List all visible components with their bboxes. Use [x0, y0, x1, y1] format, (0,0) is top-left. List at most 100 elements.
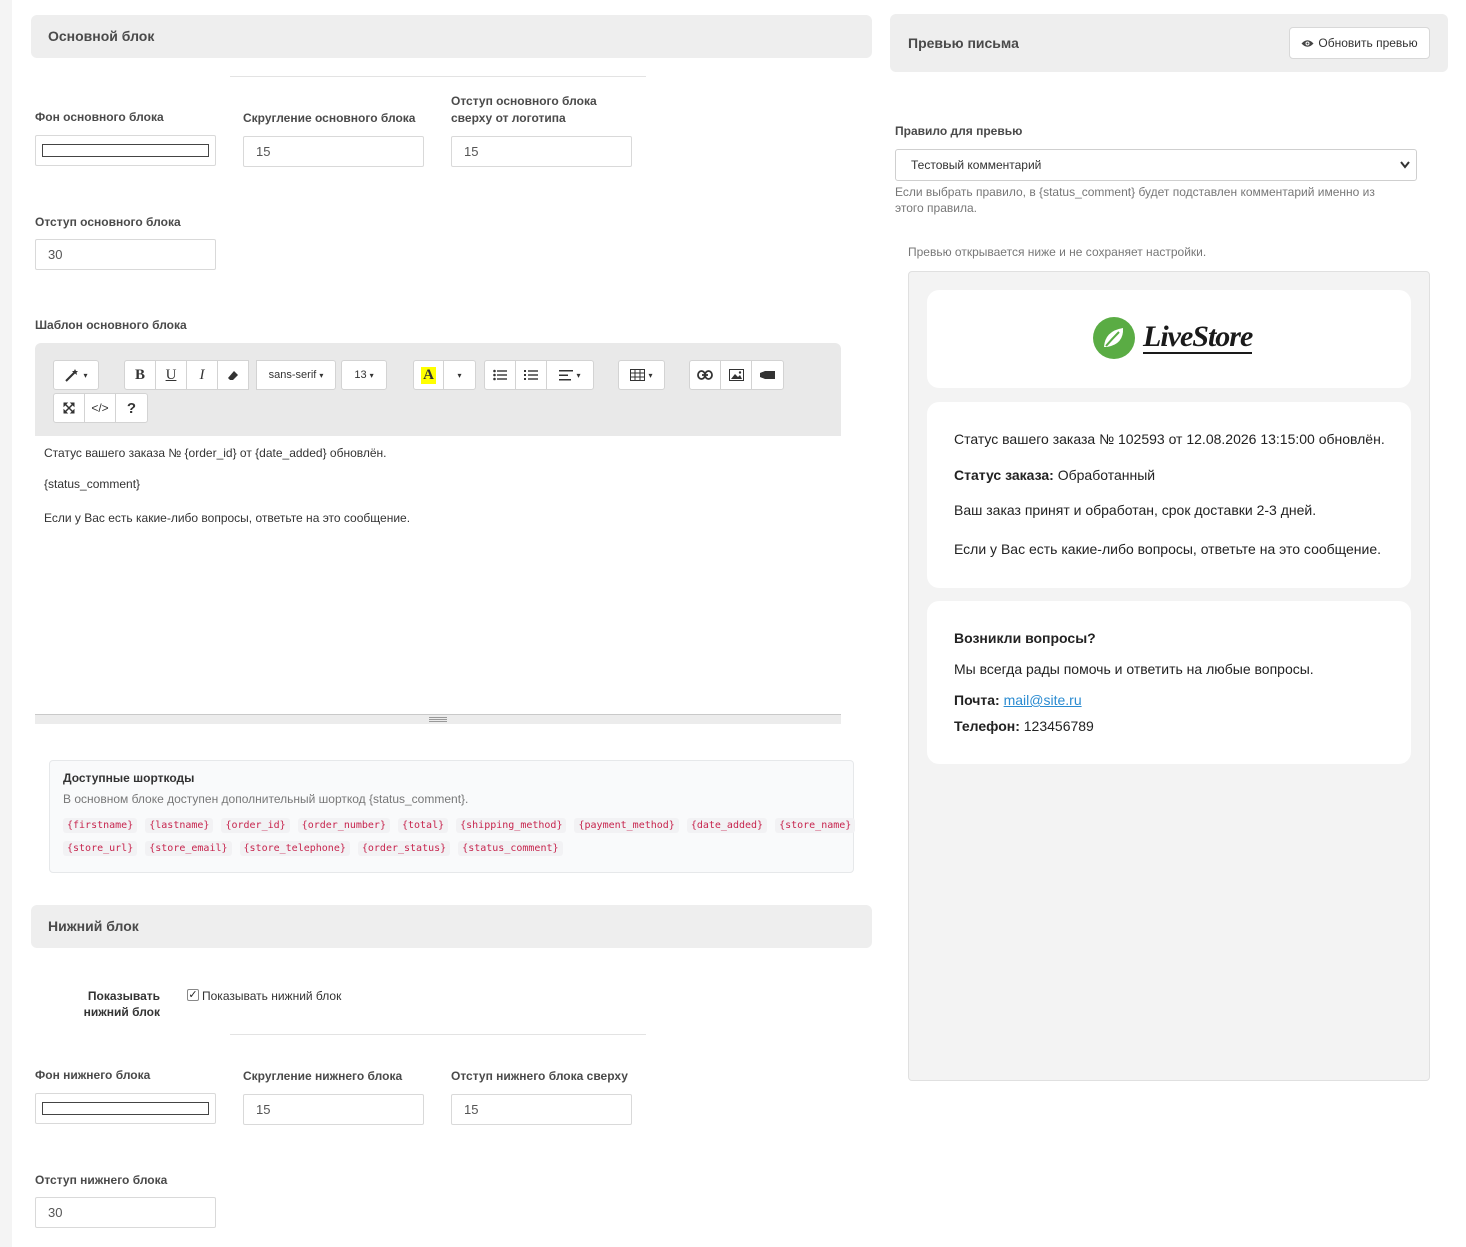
divider [230, 76, 646, 77]
main-bg-label: Фон основного блока [35, 110, 164, 124]
preview-main-card: Статус вашего заказа № 102593 от 12.08.2… [927, 402, 1411, 588]
image-button[interactable] [720, 360, 752, 390]
editor-toolbar: ▾ B U I sans-serif ▾ 13 ▾ A ▾ ▾ ▾ </> ? [35, 343, 841, 436]
link-icon [697, 370, 713, 380]
video-button[interactable] [751, 360, 784, 390]
shortcode-chip: {store_name} [775, 818, 856, 833]
align-left-icon [559, 369, 574, 380]
clear-format-button[interactable] [217, 360, 249, 390]
align-dropdown-button[interactable]: ▾ [546, 360, 594, 390]
underline-button[interactable]: U [155, 360, 187, 390]
eraser-icon [228, 371, 238, 380]
template-editor[interactable]: Статус вашего заказа № {order_id} от {da… [35, 436, 841, 714]
refresh-preview-label: Обновить превью [1318, 36, 1418, 50]
shortcode-chip: {store_url} [63, 841, 138, 856]
shortcode-chip: {firstname} [63, 818, 138, 833]
editor-line: Статус вашего заказа № {order_id} от {da… [44, 446, 387, 460]
shortcode-chip: {order_status} [357, 841, 451, 856]
main-offset-top-input[interactable]: 15 [451, 136, 632, 167]
italic-label: I [199, 366, 205, 383]
left-edge-strip [0, 0, 12, 1247]
main-padding-input[interactable]: 30 [35, 239, 216, 270]
label-line: Показывать [87, 989, 160, 1003]
divider [230, 1034, 646, 1035]
bottom-offset-top-label: Отступ нижнего блока сверху [451, 1069, 628, 1083]
code-view-icon: </> [91, 401, 109, 415]
bottom-bg-label: Фон нижнего блока [35, 1068, 151, 1082]
shortcode-chip: {store_telephone} [239, 841, 350, 856]
style-dropdown-button[interactable]: ▾ [53, 360, 99, 390]
bottom-block-header: Нижний блок [31, 905, 872, 948]
shortcodes-row: {firstname} {lastname} {order_id} {order… [63, 818, 856, 833]
shortcode-chip: {shipping_method} [456, 818, 567, 833]
show-bottom-checkbox-label[interactable]: Показывать нижний блок [202, 989, 341, 1003]
preview-footer-card: Возникли вопросы? Мы всегда рады помочь … [927, 601, 1411, 764]
help-button[interactable]: ? [115, 393, 148, 423]
refresh-preview-button[interactable]: Обновить превью [1289, 27, 1430, 59]
bottom-bg-color-input[interactable] [35, 1093, 216, 1124]
table-dropdown-button[interactable]: ▾ [618, 360, 665, 390]
preview-status-line: Статус вашего заказа № 102593 от 12.08.2… [954, 431, 1385, 447]
chevron-down-icon: ▾ [576, 370, 581, 380]
bottom-radius-input[interactable]: 15 [243, 1094, 424, 1125]
main-bg-color-input[interactable] [35, 135, 216, 166]
preview-phone-row: Телефон: 123456789 [954, 718, 1094, 734]
preview-status-value: Обработанный [1057, 467, 1156, 483]
bullet-list-icon [493, 369, 507, 381]
preview-mail-link[interactable]: mail@site.ru [1004, 692, 1082, 708]
fullscreen-button[interactable] [53, 393, 85, 423]
shortcodes-panel: Доступные шорткоды В основном блоке дост… [49, 760, 856, 873]
link-button[interactable] [689, 360, 721, 390]
show-bottom-checkbox[interactable]: ✓ [187, 989, 199, 1001]
bottom-offset-top-input[interactable]: 15 [451, 1094, 632, 1125]
color-dropdown-button[interactable]: ▾ [443, 360, 476, 390]
font-family-value: sans-serif [268, 369, 317, 381]
help-icon: ? [126, 399, 137, 417]
bullet-list-button[interactable] [484, 360, 516, 390]
shortcode-chip: {order_id} [221, 818, 290, 833]
preview-mail-row: Почта: mail@site.ru [954, 692, 1082, 708]
font-family-dropdown[interactable]: sans-serif ▾ [256, 360, 336, 390]
editor-resize-handle[interactable] [35, 714, 841, 724]
label-line: сверху от логотипа [451, 111, 566, 125]
shortcode-chip: {payment_method} [574, 818, 679, 833]
eye-icon [1301, 39, 1314, 47]
preview-questions: Если у Вас есть какие-либо вопросы, отве… [954, 541, 1382, 557]
highlight-icon: A [421, 366, 436, 384]
main-padding-label: Отступ основного блока [35, 215, 181, 229]
leaf-logo-icon [1093, 317, 1135, 359]
chevron-down-icon: ▾ [83, 370, 88, 380]
bottom-padding-input[interactable]: 30 [35, 1197, 216, 1228]
chevron-down-icon: ▾ [319, 370, 324, 380]
shortcode-chip: {store_email} [145, 841, 232, 856]
preview-comment: Ваш заказ принят и обработан, срок доста… [954, 502, 1317, 518]
chevron-down-icon: ▾ [457, 370, 462, 380]
editor-line: {status_comment} [44, 477, 141, 491]
rule-select[interactable]: Тестовый комментарий [895, 149, 1417, 181]
chevron-down-icon: ▾ [648, 370, 653, 380]
italic-button[interactable]: I [186, 360, 218, 390]
shortcode-chip: {total} [397, 818, 449, 833]
bold-label: B [134, 366, 145, 383]
main-radius-input[interactable]: 15 [243, 136, 424, 167]
highlight-color-button[interactable]: A [413, 360, 444, 390]
rule-label: Правило для превью [895, 124, 1023, 138]
label-line: Отступ основного блока [451, 94, 597, 108]
preview-footer-title: Возникли вопросы? [954, 630, 1096, 646]
chevron-down-icon: ▾ [369, 370, 374, 380]
video-icon [760, 371, 775, 379]
store-logo-text: LiveStore [1143, 320, 1253, 354]
editor-line: Если у Вас есть какие-либо вопросы, отве… [44, 511, 411, 525]
code-view-button[interactable]: </> [84, 393, 116, 423]
store-logo: LiveStore [1093, 317, 1253, 359]
rule-selected-value: Тестовый комментарий [911, 158, 1042, 172]
fullscreen-icon [63, 402, 75, 414]
main-radius-label: Скругление основного блока [243, 111, 416, 125]
font-size-dropdown[interactable]: 13 ▾ [341, 360, 387, 390]
preview-phone-value: 123456789 [1023, 718, 1094, 734]
bottom-radius-label: Скругление нижнего блока [243, 1069, 403, 1083]
image-icon [728, 369, 744, 381]
numbered-list-button[interactable] [515, 360, 547, 390]
rule-help-text: Если выбрать правило, в {status_comment}… [895, 185, 1375, 215]
bold-button[interactable]: B [124, 360, 156, 390]
